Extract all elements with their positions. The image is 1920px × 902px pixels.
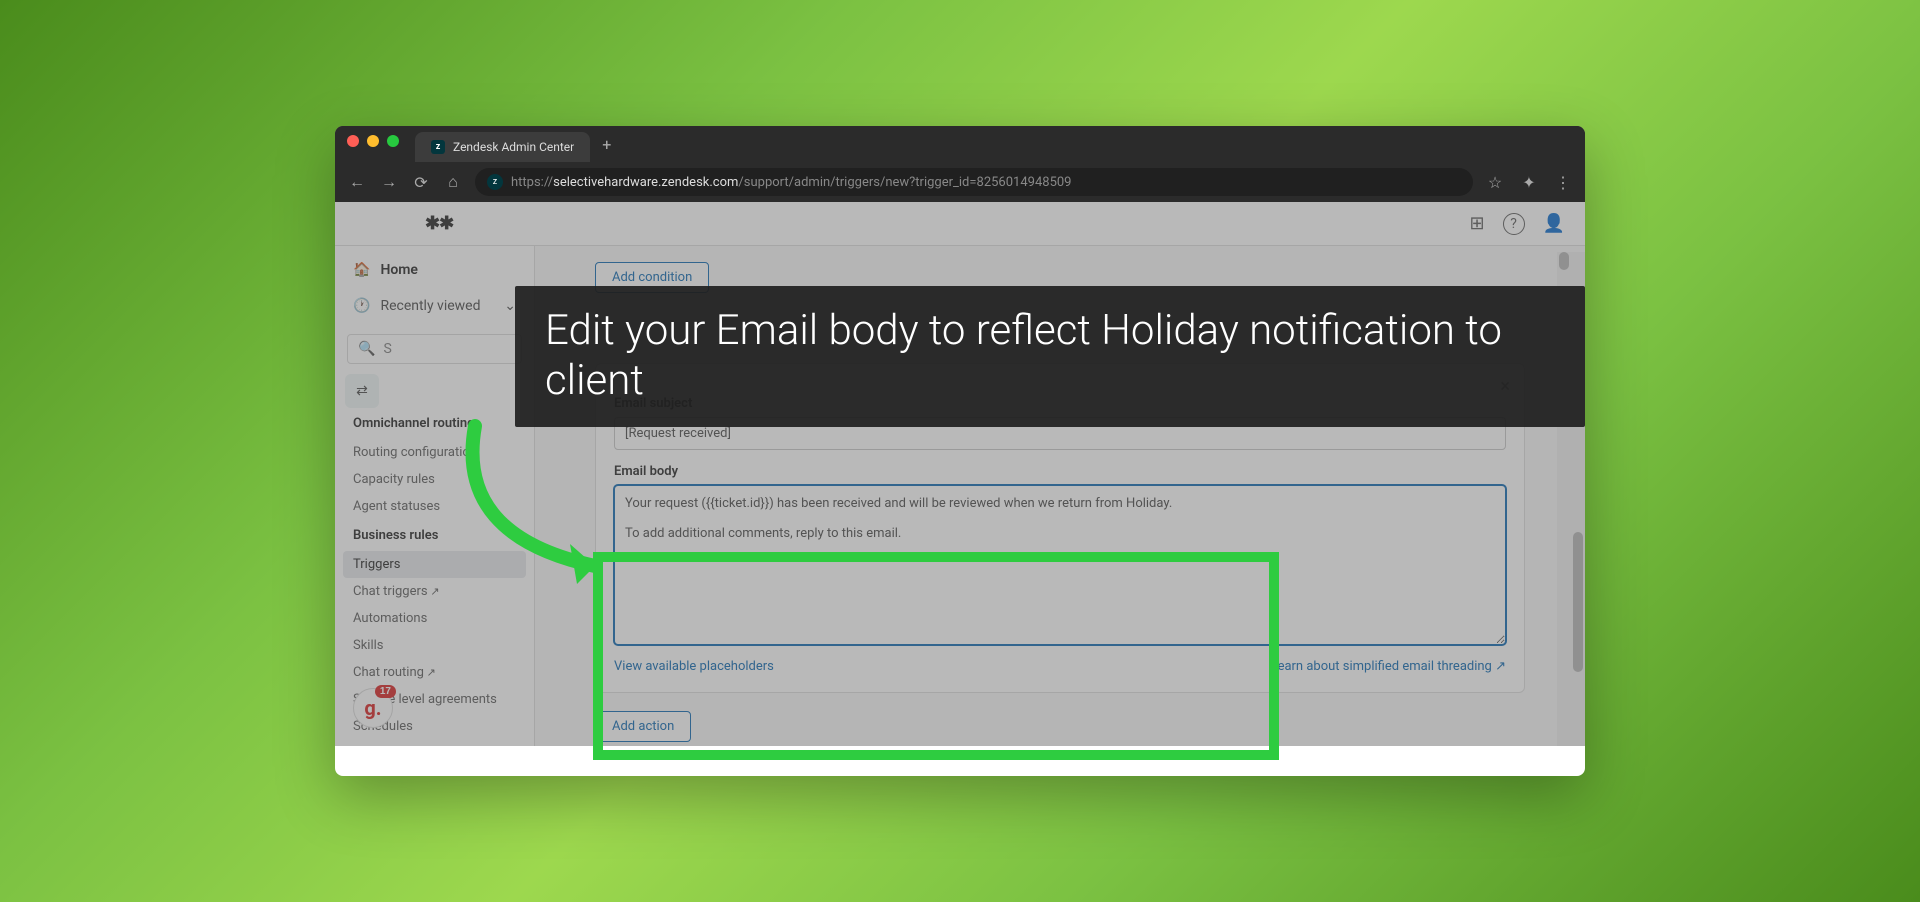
app-header: ✱✱ ⊞ ? 👤 [335, 202, 1585, 246]
search-icon: 🔍 [358, 341, 375, 357]
new-tab-button[interactable]: + [590, 127, 623, 162]
browser-menu-icon[interactable]: ⋮ [1553, 173, 1573, 192]
close-window-icon[interactable] [347, 135, 359, 147]
reload-icon[interactable]: ⟳ [411, 173, 431, 192]
add-action-button[interactable]: Add action [595, 711, 691, 742]
maximize-window-icon[interactable] [387, 135, 399, 147]
minimize-window-icon[interactable] [367, 135, 379, 147]
placeholders-link[interactable]: View available placeholders [614, 659, 774, 674]
browser-window: z Zendesk Admin Center + ← → ⟳ ⌂ z https… [335, 126, 1585, 776]
sidebar-item-chat-routing[interactable]: Chat routing [335, 659, 534, 686]
sidebar-item-automations[interactable]: Automations [335, 605, 534, 632]
forward-icon[interactable]: → [379, 172, 399, 192]
sidebar: 🏠 Home 🕐 Recently viewed ⌄ 🔍 S ⇄ Omnicha… [335, 202, 535, 746]
sidebar-section-business: Business rules [335, 520, 534, 551]
sidebar-recent[interactable]: 🕐 Recently viewed ⌄ [335, 288, 534, 324]
threading-link[interactable]: Learn about simplified email threading [1271, 659, 1506, 674]
address-bar-right: ☆ ✦ ⋮ [1485, 173, 1573, 192]
sidebar-item-routing-config[interactable]: Routing configuration [335, 439, 534, 466]
search-placeholder: S [383, 341, 391, 357]
card-links: View available placeholders Learn about … [614, 659, 1506, 674]
back-icon[interactable]: ← [347, 172, 367, 192]
notification-badge: 17 [375, 685, 396, 698]
sidebar-item-triggers[interactable]: Triggers [343, 551, 526, 578]
user-icon[interactable]: 👤 [1543, 213, 1565, 234]
support-widget-icon[interactable]: g. 17 [353, 688, 393, 728]
site-lock-icon: z [487, 174, 503, 190]
sidebar-section-routing: Omnichannel routing [335, 408, 534, 439]
browser-tab[interactable]: z Zendesk Admin Center [415, 132, 590, 162]
address-bar: ← → ⟳ ⌂ z https://selectivehardware.zend… [335, 162, 1585, 202]
sidebar-recent-label: Recently viewed [380, 298, 480, 314]
tab-title: Zendesk Admin Center [453, 140, 574, 154]
widget-letter: g. [364, 696, 381, 720]
sidebar-item-skills[interactable]: Skills [335, 632, 534, 659]
scrollbar-thumb-inner[interactable] [1573, 532, 1583, 672]
extensions-icon[interactable]: ✦ [1519, 173, 1539, 192]
url-text: https://selectivehardware.zendesk.com/su… [511, 175, 1072, 190]
sidebar-home-label: Home [380, 262, 418, 278]
help-icon[interactable]: ? [1503, 213, 1525, 235]
apps-icon[interactable]: ⊞ [1469, 213, 1484, 234]
email-body-textarea[interactable] [614, 485, 1506, 645]
zendesk-logo-icon[interactable]: ✱✱ [425, 213, 453, 234]
scrollbar-thumb-outer[interactable] [1559, 252, 1569, 270]
home-icon[interactable]: ⌂ [443, 172, 463, 192]
sidebar-home[interactable]: 🏠 Home [335, 252, 534, 288]
favicon-icon: z [431, 140, 445, 154]
sidebar-item-chat-triggers[interactable]: Chat triggers [335, 578, 534, 605]
url-field[interactable]: z https://selectivehardware.zendesk.com/… [475, 168, 1473, 196]
sidebar-routing-icon[interactable]: ⇄ [345, 374, 379, 408]
main-content: Add condition × Email subject Email body… [535, 202, 1585, 746]
instruction-callout: Edit your Email body to reflect Holiday … [515, 286, 1585, 427]
home-nav-icon: 🏠 [353, 262, 370, 278]
sidebar-search[interactable]: 🔍 S [347, 334, 522, 364]
content-area: ✱✱ ⊞ ? 👤 🏠 Home 🕐 Recently viewed ⌄ 🔍 S … [335, 202, 1585, 746]
sidebar-item-capacity[interactable]: Capacity rules [335, 466, 534, 493]
header-actions: ⊞ ? 👤 [1469, 213, 1565, 235]
traffic-lights [347, 135, 399, 147]
clock-icon: 🕐 [353, 298, 370, 314]
email-body-label: Email body [614, 464, 1506, 479]
callout-text: Edit your Email body to reflect Holiday … [545, 306, 1502, 405]
tab-bar: z Zendesk Admin Center + [335, 126, 1585, 162]
sidebar-item-agent-status[interactable]: Agent statuses [335, 493, 534, 520]
bookmark-icon[interactable]: ☆ [1485, 173, 1505, 192]
